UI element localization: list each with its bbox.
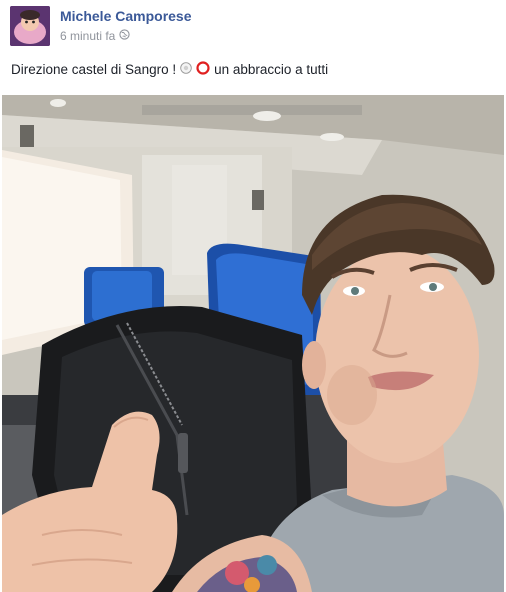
soccer-ball-emoji-icon [180, 62, 192, 77]
author-avatar[interactable] [10, 6, 50, 46]
post-meta: 6 minuti fa [60, 29, 130, 43]
post-header: Michele Camporese 6 minuti fa [10, 4, 490, 46]
red-circle-emoji-icon [196, 61, 210, 78]
globe-icon[interactable] [119, 29, 130, 43]
avatar-image [10, 6, 50, 46]
post-photo[interactable] [2, 95, 504, 592]
facebook-post: Michele Camporese 6 minuti fa Direzione … [0, 0, 506, 592]
status-text-end: un abbraccio a tutti [214, 62, 329, 77]
selfie-photo [2, 95, 504, 592]
post-status-text: Direzione castel di Sangro ! un abbracci… [11, 61, 328, 78]
author-name[interactable]: Michele Camporese [60, 8, 192, 24]
post-timestamp[interactable]: 6 minuti fa [60, 29, 115, 43]
status-text-start: Direzione castel di Sangro ! [11, 62, 177, 77]
